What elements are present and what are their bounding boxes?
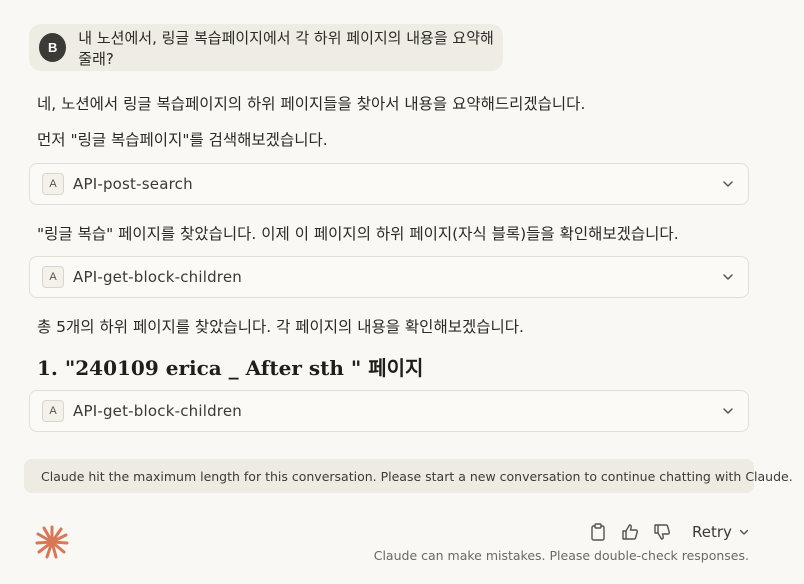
tool-call-get-block-children-1[interactable]: A API-get-block-children [29,256,749,298]
clipboard-icon[interactable] [588,522,608,542]
tool-call-post-search[interactable]: A API-post-search [29,163,749,205]
assistant-paragraph-1: 네, 노션에서 링글 복습페이지의 하위 페이지들을 찾아서 내용을 요약해드리… [37,95,586,113]
tool-call-get-block-children-2[interactable]: A API-get-block-children [29,390,749,432]
tool-badge: A [42,173,64,195]
tool-name: API-get-block-children [73,268,242,286]
assistant-paragraph-4: 총 5개의 하위 페이지를 찾았습니다. 각 페이지의 내용을 확인해보겠습니다… [37,318,524,336]
claude-logo-icon [35,525,69,559]
tool-badge: A [42,400,64,422]
user-message-text: 내 노션에서, 링글 복습페이지에서 각 하위 페이지의 내용을 요약해줄래? [78,28,494,68]
retry-label: Retry [692,523,732,541]
chevron-down-icon[interactable] [720,269,736,285]
chevron-down-icon[interactable] [720,403,736,419]
user-avatar: B [39,33,67,62]
assistant-paragraph-3: "링글 복습" 페이지를 찾았습니다. 이제 이 페이지의 하위 페이지(자식 … [37,225,679,243]
max-length-notice-text: Claude hit the maximum length for this c… [41,468,793,484]
thumbs-up-icon[interactable] [620,522,640,542]
user-message: B 내 노션에서, 링글 복습페이지에서 각 하위 페이지의 내용을 요약해줄래… [29,24,503,71]
tool-name: API-get-block-children [73,402,242,420]
tool-name: API-post-search [73,175,193,193]
message-actions: Retry [588,522,750,542]
retry-button[interactable]: Retry [692,523,750,541]
tool-badge: A [42,266,64,288]
disclaimer-text: Claude can make mistakes. Please double-… [373,548,749,563]
chevron-down-icon[interactable] [720,176,736,192]
thumbs-down-icon[interactable] [652,522,672,542]
section-heading: 1. "240109 erica _ After sth " 페이지 [37,356,424,380]
max-length-notice: Claude hit the maximum length for this c… [24,459,793,493]
chevron-down-icon [739,529,749,535]
assistant-paragraph-2: 먼저 "링글 복습페이지"를 검색해보겠습니다. [37,131,328,149]
